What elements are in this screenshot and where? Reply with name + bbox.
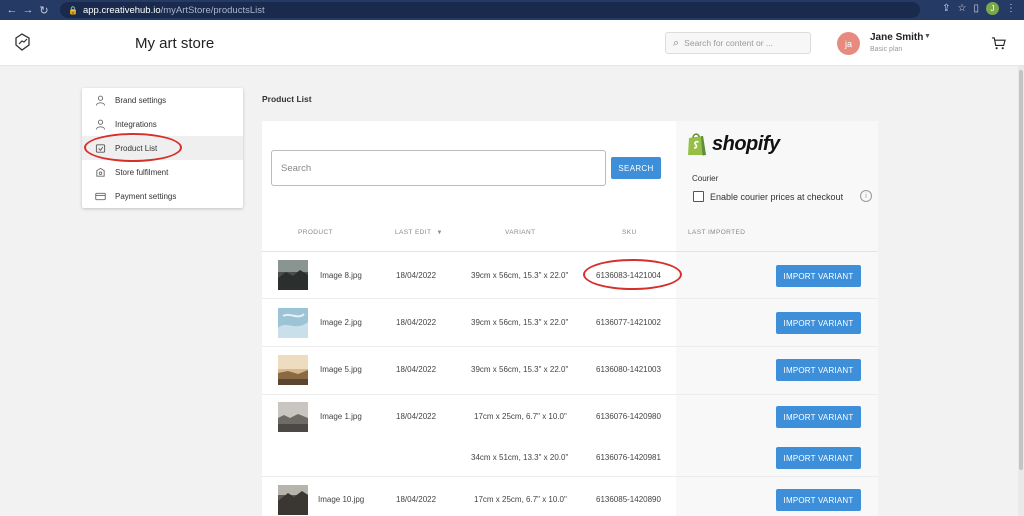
sku-value: 6136080-1421003 (596, 365, 661, 374)
product-name: Image 2.jpg (320, 318, 362, 327)
shopify-wordmark: shopify (712, 132, 780, 155)
search-icon: ⌕ (673, 36, 680, 49)
variant-size: 17cm x 25cm, 6.7" x 10.0" (474, 495, 567, 504)
courier-label: Courier (692, 174, 719, 183)
courier-prices-checkbox[interactable] (693, 191, 704, 202)
product-search[interactable] (271, 150, 606, 186)
sidebar-item-product-list[interactable]: Product List (82, 136, 243, 160)
settings-sidebar: Brand settings Integrations Product List… (82, 88, 243, 208)
column-header-last-edit[interactable]: LAST EDIT ▼ (395, 229, 443, 236)
page-title: Product List (262, 94, 312, 104)
profile-avatar[interactable]: J (986, 2, 999, 15)
product-thumbnail (278, 485, 308, 515)
logo-icon[interactable] (12, 32, 32, 52)
back-icon[interactable]: ← (4, 4, 20, 16)
search-button[interactable]: SEARCH (611, 157, 661, 179)
shopify-bag-icon (688, 133, 706, 156)
row-divider (262, 476, 878, 477)
user-plan: Basic plan (870, 46, 903, 53)
import-variant-button[interactable]: IMPORT VARIANT (776, 489, 861, 511)
url-path: /myArtStore/productsList (160, 4, 265, 16)
sidebar-item-label: Integrations (115, 119, 157, 129)
person-icon (95, 119, 106, 130)
row-divider (262, 394, 878, 395)
column-header-sku: SKU (622, 229, 637, 236)
sidebar-item-store-fulfilment[interactable]: Store fulfilment (82, 160, 243, 184)
sidepanel-icon[interactable]: ▯ (973, 3, 979, 14)
forward-icon[interactable]: → (20, 4, 36, 16)
column-header-variant: VARIANT (505, 229, 536, 236)
import-variant-button[interactable]: IMPORT VARIANT (776, 312, 861, 334)
sidebar-item-label: Brand settings (115, 95, 167, 105)
star-icon[interactable]: ☆ (958, 3, 967, 14)
product-search-input[interactable] (281, 162, 581, 174)
product-name: Image 5.jpg (320, 365, 362, 374)
product-thumbnail (278, 260, 308, 290)
shopify-logo: shopify (686, 131, 780, 157)
sidebar-item-brand-settings[interactable]: Brand settings (82, 88, 243, 112)
sku-value: 6136076-1420980 (596, 412, 661, 421)
sku-value: 6136083-1421004 (596, 271, 661, 280)
menu-icon[interactable]: ⋮ (1006, 3, 1016, 14)
url-host: app.creativehub.io (82, 4, 161, 16)
scrollbar-thumb[interactable] (1019, 70, 1023, 470)
store-title: My art store (135, 35, 215, 52)
row-divider (262, 298, 878, 299)
column-header-label: LAST EDIT (395, 229, 432, 236)
box-icon (95, 167, 106, 178)
cart-icon[interactable] (991, 36, 1006, 51)
product-name: Image 10.jpg (318, 495, 365, 504)
variant-size: 17cm x 25cm, 6.7" x 10.0" (474, 412, 567, 421)
app-header: My art store ⌕ ja Jane Smith ▼ Basic pla… (0, 20, 1024, 66)
user-name[interactable]: Jane Smith (870, 32, 923, 43)
credit-card-icon (95, 191, 106, 202)
courier-prices-label[interactable]: Enable courier prices at checkout (710, 192, 843, 202)
browser-toolbar: ← → ↻ 🔒 app.creativehub.io/myArtStore/pr… (0, 0, 1024, 20)
sku-value: 6136085-1420890 (596, 495, 661, 504)
product-thumbnail (278, 402, 308, 432)
row-divider (262, 346, 878, 347)
user-avatar[interactable]: ja (837, 32, 860, 55)
chevron-down-icon[interactable]: ▼ (924, 33, 931, 40)
reload-icon[interactable]: ↻ (36, 4, 52, 17)
variant-size: 34cm x 51cm, 13.3" x 20.0" (471, 453, 569, 462)
global-search-input[interactable] (684, 38, 795, 48)
product-name: Image 1.jpg (320, 412, 362, 421)
person-icon (95, 95, 106, 106)
import-variant-button[interactable]: IMPORT VARIANT (776, 406, 861, 428)
last-edit-date: 18/04/2022 (396, 365, 437, 374)
variant-size: 39cm x 56cm, 15.3" x 22.0" (471, 365, 569, 374)
sidebar-item-payment-settings[interactable]: Payment settings (82, 184, 243, 208)
sidebar-item-label: Payment settings (115, 191, 177, 201)
product-thumbnail (278, 355, 308, 385)
sku-value: 6136076-1420981 (596, 453, 661, 462)
last-edit-date: 18/04/2022 (396, 495, 437, 504)
sidebar-item-integrations[interactable]: Integrations (82, 112, 243, 136)
import-variant-button[interactable]: IMPORT VARIANT (776, 359, 861, 381)
product-name: Image 8.jpg (320, 271, 362, 280)
variant-size: 39cm x 56cm, 15.3" x 22.0" (471, 318, 569, 327)
header-divider (262, 251, 878, 252)
column-header-last-imported: LAST IMPORTED (688, 229, 746, 236)
sku-value: 6136077-1421002 (596, 318, 661, 327)
info-icon[interactable]: i (860, 190, 872, 202)
product-thumbnail (278, 308, 308, 338)
column-header-product: PRODUCT (298, 229, 333, 236)
import-variant-button[interactable]: IMPORT VARIANT (776, 265, 861, 287)
global-search[interactable]: ⌕ (665, 32, 811, 54)
variant-size: 39cm x 56cm, 15.3" x 22.0" (471, 271, 569, 280)
last-edit-date: 18/04/2022 (396, 271, 437, 280)
sort-down-icon[interactable]: ▼ (436, 230, 442, 236)
last-edit-date: 18/04/2022 (396, 318, 437, 327)
product-list-icon (95, 143, 106, 154)
sidebar-item-label: Store fulfilment (115, 167, 169, 177)
share-icon[interactable]: ⇪ (942, 3, 950, 14)
address-bar[interactable]: 🔒 app.creativehub.io/myArtStore/products… (60, 2, 920, 18)
lock-icon: 🔒 (68, 5, 78, 15)
sidebar-item-label: Product List (115, 143, 158, 153)
last-edit-date: 18/04/2022 (396, 412, 437, 421)
import-variant-button[interactable]: IMPORT VARIANT (776, 447, 861, 469)
